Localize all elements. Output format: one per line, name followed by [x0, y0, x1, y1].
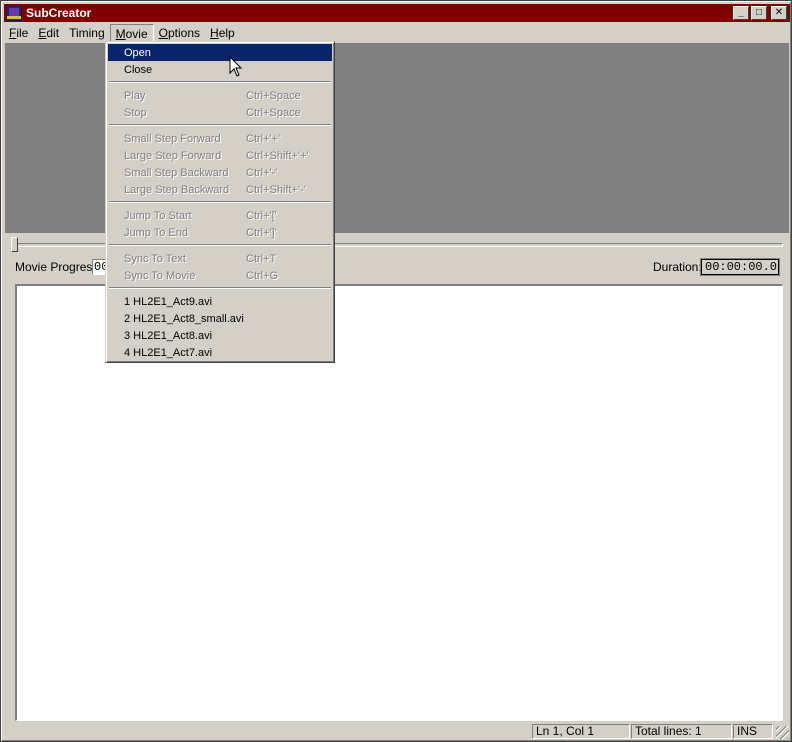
- menu-item-shortcut: Ctrl+Space: [246, 106, 301, 119]
- movie-menu-item-jump-to-start[interactable]: Jump To Start Ctrl+'[': [108, 207, 332, 224]
- minimize-button[interactable]: _: [733, 6, 749, 20]
- menu-item-shortcut: Ctrl+'[': [246, 209, 277, 222]
- movie-menu-dropdown: Open Close Play Ctrl+Space Stop Ctrl+Space Sma…: [105, 41, 335, 363]
- menu-item-label: 1 HL2E1_Act9.avi: [124, 295, 213, 308]
- duration-field: 00:00:00.0: [700, 258, 780, 276]
- movie-menu-item-stop[interactable]: Stop Ctrl+Space: [108, 104, 332, 121]
- title-bar[interactable]: SubCreator _ □ ✕: [4, 4, 790, 22]
- menu-item-shortcut: Ctrl+Shift+'-': [246, 183, 306, 196]
- menu-help[interactable]: Help: [205, 24, 240, 42]
- movie-menu-item-sync-to-text[interactable]: Sync To Text Ctrl+T: [108, 250, 332, 267]
- mouse-cursor-icon: [229, 56, 243, 77]
- menu-item-label: Sync To Text: [124, 252, 186, 265]
- status-bar: Ln 1, Col 1 Total lines: 1 INS: [4, 723, 790, 740]
- menu-item-label: Small Step Backward: [124, 166, 229, 179]
- menu-separator: [108, 241, 332, 250]
- menu-item-label: Sync To Movie: [124, 269, 196, 282]
- movie-menu-item-large-step-forward[interactable]: Large Step Forward Ctrl+Shift+'+': [108, 147, 332, 164]
- menu-separator: [108, 198, 332, 207]
- menu-separator: [108, 284, 332, 293]
- movie-menu-item-2-hl2e1-act8-small-avi[interactable]: 2 HL2E1_Act8_small.avi: [108, 310, 332, 327]
- menu-item-label: Large Step Backward: [124, 183, 230, 196]
- menu-item-label: Small Step Forward: [124, 132, 221, 145]
- movie-menu-item-jump-to-end[interactable]: Jump To End Ctrl+']': [108, 224, 332, 241]
- movie-progress-label: Movie Progress:: [15, 260, 102, 274]
- menu-item-label: Large Step Forward: [124, 149, 222, 162]
- movie-menu-item-play[interactable]: Play Ctrl+Space: [108, 87, 332, 104]
- status-insert-mode: INS: [733, 724, 773, 739]
- menu-item-shortcut: Ctrl+T: [246, 252, 277, 265]
- status-total-lines: Total lines: 1: [631, 724, 732, 739]
- menu-edit[interactable]: Edit: [33, 24, 64, 42]
- window-title: SubCreator: [26, 6, 92, 20]
- movie-menu-item-open[interactable]: Open: [108, 44, 332, 61]
- movie-menu-item-3-hl2e1-act8-avi[interactable]: 3 HL2E1_Act8.avi: [108, 327, 332, 344]
- menu-item-label: Stop: [124, 106, 147, 119]
- menu-item-label: Open: [124, 46, 151, 59]
- movie-menu-item-small-step-forward[interactable]: Small Step Forward Ctrl+'+': [108, 130, 332, 147]
- movie-seek-thumb[interactable]: [11, 237, 18, 252]
- menu-movie[interactable]: Movie: [109, 23, 154, 42]
- maximize-button[interactable]: □: [751, 6, 767, 20]
- movie-menu-item-sync-to-movie[interactable]: Sync To Movie Ctrl+G: [108, 267, 332, 284]
- duration-label: Duration:: [653, 260, 702, 274]
- menu-item-shortcut: Ctrl+Space: [246, 89, 301, 102]
- menu-bar: File Edit Timing Movie Options Help: [4, 23, 790, 42]
- menu-item-label: 3 HL2E1_Act8.avi: [124, 329, 213, 342]
- movie-menu-item-1-hl2e1-act9-avi[interactable]: 1 HL2E1_Act9.avi: [108, 293, 332, 310]
- menu-timing[interactable]: Timing: [64, 24, 110, 42]
- movie-menu-item-4-hl2e1-act7-avi[interactable]: 4 HL2E1_Act7.avi: [108, 344, 332, 361]
- menu-item-shortcut: Ctrl+G: [246, 269, 279, 282]
- menu-item-label: 2 HL2E1_Act8_small.avi: [124, 312, 244, 325]
- app-icon[interactable]: [6, 5, 22, 21]
- menu-item-label: Jump To Start: [124, 209, 192, 222]
- menu-options[interactable]: Options: [154, 24, 205, 42]
- resize-grip[interactable]: [776, 726, 789, 739]
- menu-item-label: Jump To End: [124, 226, 189, 239]
- movie-menu-item-small-step-backward[interactable]: Small Step Backward Ctrl+'-': [108, 164, 332, 181]
- menu-separator: [108, 121, 332, 130]
- menu-item-label: 4 HL2E1_Act7.avi: [124, 346, 213, 359]
- menu-item-shortcut: Ctrl+'-': [246, 166, 278, 179]
- movie-menu-item-close[interactable]: Close: [108, 61, 332, 78]
- menu-item-shortcut: Ctrl+'+': [246, 132, 281, 145]
- status-cursor-position: Ln 1, Col 1: [532, 724, 630, 739]
- menu-item-shortcut: Ctrl+Shift+'+': [246, 149, 309, 162]
- close-button[interactable]: ✕: [771, 6, 787, 20]
- menu-separator: [108, 78, 332, 87]
- menu-file[interactable]: File: [4, 24, 33, 42]
- menu-item-label: Play: [124, 89, 146, 102]
- menu-item-shortcut: Ctrl+']': [246, 226, 277, 239]
- menu-item-label: Close: [124, 63, 153, 76]
- movie-menu-item-large-step-backward[interactable]: Large Step Backward Ctrl+Shift+'-': [108, 181, 332, 198]
